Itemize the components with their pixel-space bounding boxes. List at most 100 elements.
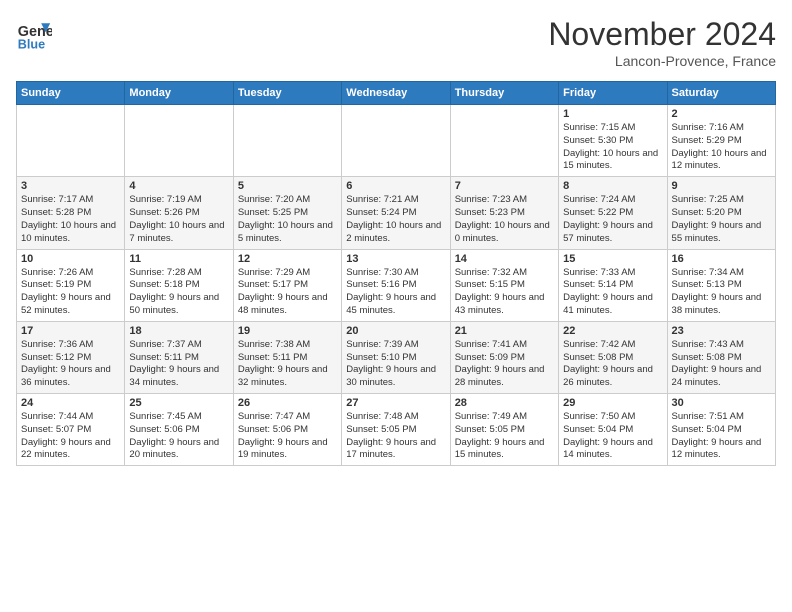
location: Lancon-Provence, France xyxy=(548,53,776,69)
day-number: 6 xyxy=(346,180,445,192)
calendar-cell: 16 Sunrise: 7:34 AM Sunset: 5:13 PM Dayli… xyxy=(667,249,775,321)
day-number: 11 xyxy=(129,253,228,265)
calendar-cell: 18 Sunrise: 7:37 AM Sunset: 5:11 PM Dayli… xyxy=(125,321,233,393)
calendar-cell: 22Sunrise: 7:42 AM Sunset: 5:08 PM Dayli… xyxy=(559,321,667,393)
day-info: Sunrise: 7:38 AM Sunset: 5:11 PM Dayligh… xyxy=(238,339,337,390)
month-title: November 2024 xyxy=(548,16,776,53)
day-info: Sunrise: 7:30 AM Sunset: 5:16 PM Dayligh… xyxy=(346,267,445,318)
day-header-wednesday: Wednesday xyxy=(342,82,450,105)
day-info: Sunrise: 7:23 AM Sunset: 5:23 PM Dayligh… xyxy=(455,194,554,245)
day-info: Sunrise: 7:32 AM Sunset: 5:15 PM Dayligh… xyxy=(455,267,554,318)
day-info: Sunrise: 7:33 AM Sunset: 5:14 PM Dayligh… xyxy=(563,267,662,318)
calendar-header-row: SundayMondayTuesdayWednesdayThursdayFrid… xyxy=(17,82,776,105)
day-number: 18 xyxy=(129,325,228,337)
day-info: Sunrise: 7:50 AM Sunset: 5:04 PM Dayligh… xyxy=(563,411,662,462)
day-number: 7 xyxy=(455,180,554,192)
calendar-cell: 27 Sunrise: 7:48 AM Sunset: 5:05 PM Dayli… xyxy=(342,394,450,466)
calendar-cell: 14Sunrise: 7:32 AM Sunset: 5:15 PM Dayli… xyxy=(450,249,558,321)
day-header-saturday: Saturday xyxy=(667,82,775,105)
day-info: Sunrise: 7:43 AM Sunset: 5:08 PM Dayligh… xyxy=(672,339,771,390)
day-info: Sunrise: 7:41 AM Sunset: 5:09 PM Dayligh… xyxy=(455,339,554,390)
calendar-table: SundayMondayTuesdayWednesdayThursdayFrid… xyxy=(16,81,776,466)
day-info: Sunrise: 7:48 AM Sunset: 5:05 PM Dayligh… xyxy=(346,411,445,462)
calendar-cell: 2Sunrise: 7:16 AM Sunset: 5:29 PM Daylig… xyxy=(667,105,775,177)
logo-icon: General Blue xyxy=(16,16,52,52)
day-header-tuesday: Tuesday xyxy=(233,82,341,105)
day-header-sunday: Sunday xyxy=(17,82,125,105)
day-info: Sunrise: 7:17 AM Sunset: 5:28 PM Dayligh… xyxy=(21,194,120,245)
day-info: Sunrise: 7:51 AM Sunset: 5:04 PM Dayligh… xyxy=(672,411,771,462)
day-info: Sunrise: 7:28 AM Sunset: 5:18 PM Dayligh… xyxy=(129,267,228,318)
day-number: 23 xyxy=(672,325,771,337)
calendar-cell: 11 Sunrise: 7:28 AM Sunset: 5:18 PM Dayli… xyxy=(125,249,233,321)
day-header-monday: Monday xyxy=(125,82,233,105)
calendar-cell: 23 Sunrise: 7:43 AM Sunset: 5:08 PM Dayli… xyxy=(667,321,775,393)
day-number: 2 xyxy=(672,108,771,120)
day-info: Sunrise: 7:19 AM Sunset: 5:26 PM Dayligh… xyxy=(129,194,228,245)
day-info: Sunrise: 7:37 AM Sunset: 5:11 PM Dayligh… xyxy=(129,339,228,390)
calendar-cell: 8 Sunrise: 7:24 AM Sunset: 5:22 PM Daylig… xyxy=(559,177,667,249)
calendar-cell xyxy=(233,105,341,177)
day-info: Sunrise: 7:42 AM Sunset: 5:08 PM Dayligh… xyxy=(563,339,662,390)
day-info: Sunrise: 7:44 AM Sunset: 5:07 PM Dayligh… xyxy=(21,411,120,462)
calendar-cell: 30 Sunrise: 7:51 AM Sunset: 5:04 PM Dayli… xyxy=(667,394,775,466)
calendar-week-3: 10 Sunrise: 7:26 AM Sunset: 5:19 PM Dayli… xyxy=(17,249,776,321)
calendar-week-5: 24 Sunrise: 7:44 AM Sunset: 5:07 PM Dayli… xyxy=(17,394,776,466)
day-number: 3 xyxy=(21,180,120,192)
day-info: Sunrise: 7:49 AM Sunset: 5:05 PM Dayligh… xyxy=(455,411,554,462)
day-info: Sunrise: 7:45 AM Sunset: 5:06 PM Dayligh… xyxy=(129,411,228,462)
calendar-week-1: 1 Sunrise: 7:15 AM Sunset: 5:30 PM Daylig… xyxy=(17,105,776,177)
day-info: Sunrise: 7:47 AM Sunset: 5:06 PM Dayligh… xyxy=(238,411,337,462)
day-number: 1 xyxy=(563,108,662,120)
calendar-cell: 4 Sunrise: 7:19 AM Sunset: 5:26 PM Daylig… xyxy=(125,177,233,249)
day-number: 16 xyxy=(672,253,771,265)
day-number: 28 xyxy=(455,397,554,409)
day-number: 10 xyxy=(21,253,120,265)
day-info: Sunrise: 7:36 AM Sunset: 5:12 PM Dayligh… xyxy=(21,339,120,390)
day-number: 24 xyxy=(21,397,120,409)
day-number: 30 xyxy=(672,397,771,409)
calendar-cell: 19 Sunrise: 7:38 AM Sunset: 5:11 PM Dayli… xyxy=(233,321,341,393)
calendar-cell: 9Sunrise: 7:25 AM Sunset: 5:20 PM Daylig… xyxy=(667,177,775,249)
day-info: Sunrise: 7:39 AM Sunset: 5:10 PM Dayligh… xyxy=(346,339,445,390)
day-number: 4 xyxy=(129,180,228,192)
calendar-cell xyxy=(125,105,233,177)
calendar-week-4: 17 Sunrise: 7:36 AM Sunset: 5:12 PM Dayli… xyxy=(17,321,776,393)
calendar-cell: 17 Sunrise: 7:36 AM Sunset: 5:12 PM Dayli… xyxy=(17,321,125,393)
day-info: Sunrise: 7:15 AM Sunset: 5:30 PM Dayligh… xyxy=(563,122,662,173)
day-number: 15 xyxy=(563,253,662,265)
day-info: Sunrise: 7:29 AM Sunset: 5:17 PM Dayligh… xyxy=(238,267,337,318)
calendar-cell: 7 Sunrise: 7:23 AM Sunset: 5:23 PM Daylig… xyxy=(450,177,558,249)
day-number: 19 xyxy=(238,325,337,337)
day-header-thursday: Thursday xyxy=(450,82,558,105)
calendar-cell: 29 Sunrise: 7:50 AM Sunset: 5:04 PM Dayli… xyxy=(559,394,667,466)
calendar-cell: 28 Sunrise: 7:49 AM Sunset: 5:05 PM Dayli… xyxy=(450,394,558,466)
day-info: Sunrise: 7:26 AM Sunset: 5:19 PM Dayligh… xyxy=(21,267,120,318)
page-header: General Blue November 2024 Lancon-Proven… xyxy=(16,16,776,69)
day-number: 29 xyxy=(563,397,662,409)
calendar-cell xyxy=(17,105,125,177)
calendar-cell: 3 Sunrise: 7:17 AM Sunset: 5:28 PM Daylig… xyxy=(17,177,125,249)
calendar-cell xyxy=(342,105,450,177)
calendar-cell: 15 Sunrise: 7:33 AM Sunset: 5:14 PM Dayli… xyxy=(559,249,667,321)
day-number: 5 xyxy=(238,180,337,192)
calendar-cell: 24 Sunrise: 7:44 AM Sunset: 5:07 PM Dayli… xyxy=(17,394,125,466)
calendar-cell: 10 Sunrise: 7:26 AM Sunset: 5:19 PM Dayli… xyxy=(17,249,125,321)
calendar-cell: 25Sunrise: 7:45 AM Sunset: 5:06 PM Dayli… xyxy=(125,394,233,466)
calendar-cell xyxy=(450,105,558,177)
svg-text:Blue: Blue xyxy=(18,37,45,51)
day-info: Sunrise: 7:34 AM Sunset: 5:13 PM Dayligh… xyxy=(672,267,771,318)
calendar-cell: 13Sunrise: 7:30 AM Sunset: 5:16 PM Dayli… xyxy=(342,249,450,321)
day-info: Sunrise: 7:21 AM Sunset: 5:24 PM Dayligh… xyxy=(346,194,445,245)
day-info: Sunrise: 7:24 AM Sunset: 5:22 PM Dayligh… xyxy=(563,194,662,245)
calendar-cell: 21Sunrise: 7:41 AM Sunset: 5:09 PM Dayli… xyxy=(450,321,558,393)
calendar-cell: 6 Sunrise: 7:21 AM Sunset: 5:24 PM Daylig… xyxy=(342,177,450,249)
day-number: 17 xyxy=(21,325,120,337)
day-info: Sunrise: 7:20 AM Sunset: 5:25 PM Dayligh… xyxy=(238,194,337,245)
calendar-cell: 5 Sunrise: 7:20 AM Sunset: 5:25 PM Daylig… xyxy=(233,177,341,249)
day-number: 26 xyxy=(238,397,337,409)
day-number: 12 xyxy=(238,253,337,265)
calendar-cell: 1 Sunrise: 7:15 AM Sunset: 5:30 PM Daylig… xyxy=(559,105,667,177)
day-number: 27 xyxy=(346,397,445,409)
day-number: 8 xyxy=(563,180,662,192)
